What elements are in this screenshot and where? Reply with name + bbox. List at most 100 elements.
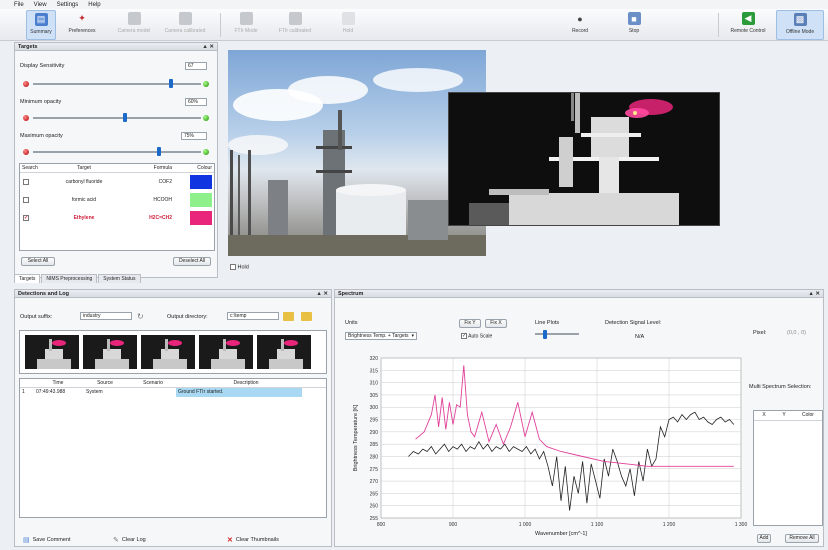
offline-mode-button[interactable]: ▩ Offline Mode — [776, 10, 824, 40]
deselect-all-button[interactable]: Deselect All — [173, 257, 211, 266]
y-tick-label: 290 — [370, 430, 379, 436]
camera-calibrated-icon — [178, 12, 192, 25]
open-folder-icon[interactable] — [301, 312, 312, 321]
clear-log-button[interactable]: ✎ Clear Log — [113, 536, 146, 544]
x-tick-label: 1 200 — [663, 522, 676, 528]
table-row[interactable]: ✓ Ethylene H2C=CH2 — [20, 209, 214, 227]
x-tick-label: 900 — [449, 522, 458, 528]
red-indicator-icon — [23, 115, 29, 121]
targets-table-header: Search Target Formula Colour — [20, 165, 214, 173]
ftir-mode-icon — [239, 12, 253, 25]
tab-nims-preprocessing[interactable]: NIMS Preprocessing — [41, 274, 98, 283]
panel-close-icon[interactable]: ▲ ✕ — [808, 290, 820, 298]
detection-thumbnail[interactable] — [141, 335, 195, 369]
add-button[interactable]: Add — [757, 534, 771, 543]
display-sensitivity-slider[interactable] — [168, 79, 173, 88]
multi-spectrum-header: X Y Color — [754, 411, 822, 421]
hold-checkbox-box[interactable] — [230, 264, 236, 270]
menu-help[interactable]: Help — [88, 2, 100, 8]
detections-log-title: Detections and Log ▲ ✕ — [15, 290, 331, 298]
maximum-opacity-slider[interactable] — [157, 147, 161, 156]
hold-checkbox[interactable]: Hold — [230, 264, 249, 270]
clear-thumbnails-button[interactable]: ✕ Clear Thumbnails — [227, 536, 279, 544]
camera-calibrated-button[interactable]: Camera calibrated — [160, 10, 210, 40]
y-axis-label: Brightness Temperature [K] — [353, 404, 359, 471]
preferences-icon: ✦ — [78, 13, 86, 23]
panel-close-icon[interactable]: ▲ ✕ — [316, 290, 328, 298]
camera-model-button[interactable]: Camera model — [112, 10, 156, 40]
spectrum-chart[interactable]: 800 900 1 000 1 100 1 200 1 300 255 260 265 270 27… — [347, 354, 749, 546]
chevron-down-icon: ▾ — [411, 333, 414, 339]
auto-scale-checkbox[interactable]: ✓ Auto Scale — [461, 333, 492, 339]
y-tick-label: 270 — [370, 479, 379, 485]
fix-x-button[interactable]: Fix X — [485, 319, 507, 328]
line-plots-track — [535, 333, 579, 335]
ftir-calibrated-button[interactable]: FTIr calibrated — [270, 10, 320, 40]
detection-thumbnail[interactable] — [83, 335, 137, 369]
table-row[interactable]: carbonyl fluoride COF2 — [20, 173, 214, 191]
target-formula: COF2 — [158, 179, 172, 185]
detection-thumbnail[interactable] — [25, 335, 79, 369]
targets-tab-bar: Targets NIMS Preprocessing System Status — [14, 274, 141, 283]
auto-scale-check[interactable]: ✓ — [461, 333, 467, 339]
target-colour-swatch[interactable] — [190, 175, 212, 189]
x-axis-label: Wavenumber [cm^-1] — [535, 531, 587, 537]
detection-thumbnail[interactable] — [257, 335, 311, 369]
panel-close-icon[interactable]: ▲ ✕ — [202, 43, 214, 51]
stop-button[interactable]: ■ Stop — [616, 10, 652, 40]
target-colour-swatch[interactable] — [190, 211, 212, 225]
maximum-opacity-label: Maximum opacity — [20, 133, 63, 139]
units-label: Units — [345, 320, 358, 326]
y-tick-label: 260 — [370, 504, 379, 510]
table-row[interactable]: formic acid HCOOH — [20, 191, 214, 209]
fix-y-button[interactable]: Fix Y — [459, 319, 481, 328]
output-suffix-label: Output suffix: — [20, 314, 53, 320]
menu-settings[interactable]: Settings — [57, 2, 79, 8]
green-indicator-icon — [203, 149, 209, 155]
menu-view[interactable]: View — [34, 2, 47, 8]
remove-all-button[interactable]: Remove All — [785, 534, 819, 543]
red-indicator-icon — [23, 81, 29, 87]
summary-button[interactable]: ▤ Summary — [26, 10, 56, 40]
output-directory-input[interactable]: c:\temp — [227, 312, 279, 320]
detections-log-panel: Detections and Log ▲ ✕ Output suffix: ind… — [14, 289, 332, 547]
menu-bar: File View Settings Help — [0, 0, 828, 9]
minimum-opacity-slider[interactable] — [123, 113, 128, 122]
remote-control-button[interactable]: ◀ Remote Control — [724, 10, 772, 40]
tab-targets[interactable]: Targets — [14, 274, 41, 283]
line-plots-label: Line Plots — [535, 320, 560, 326]
preferences-button[interactable]: ✦ Preferences — [62, 10, 102, 40]
search-checkbox[interactable]: ✓ — [23, 214, 29, 221]
search-checkbox[interactable] — [23, 178, 29, 185]
y-tick-label: 265 — [370, 491, 379, 497]
y-tick-label: 255 — [370, 516, 379, 522]
select-all-button[interactable]: Select All — [21, 257, 55, 266]
search-checkbox[interactable] — [23, 196, 29, 203]
save-comment-button[interactable]: ▤ Save Comment — [23, 536, 71, 544]
folder-icon[interactable] — [283, 312, 294, 321]
record-button[interactable]: ● Record — [562, 10, 598, 40]
spectrum-panel: Spectrum ▲ ✕ Units Brightness Temp. + Tar… — [334, 289, 824, 547]
toolbar: ▤ Summary ✦ Preferences Camera model Cam… — [0, 9, 828, 41]
menu-file[interactable]: File — [14, 2, 24, 8]
targets-panel-title: Targets ▲ ✕ — [15, 43, 217, 51]
detection-thumbnail[interactable] — [199, 335, 253, 369]
tab-system-status[interactable]: System Status — [98, 274, 141, 283]
spectrum-title: Spectrum ▲ ✕ — [335, 290, 823, 298]
output-suffix-input[interactable]: industry — [80, 312, 132, 320]
record-icon: ● — [577, 13, 583, 24]
hold-button[interactable]: Hold — [330, 10, 366, 40]
ftir-mode-button[interactable]: FTIr Mode — [226, 10, 266, 40]
minimum-opacity-track — [33, 117, 201, 119]
line-plots-slider[interactable] — [543, 330, 547, 339]
minimum-opacity-spinbox[interactable]: 60% — [185, 98, 207, 106]
table-row[interactable]: 1 07:49:43.988 System Ground FTIr starte… — [20, 388, 326, 397]
ftir-calibrated-icon — [288, 12, 302, 25]
infrared-video-view[interactable] — [448, 92, 720, 226]
maximum-opacity-spinbox[interactable]: 75% — [181, 132, 207, 140]
refresh-icon[interactable]: ↻ — [137, 312, 147, 321]
units-dropdown[interactable]: Brightness Temp. + Targets ▾ — [345, 332, 417, 340]
target-colour-swatch[interactable] — [190, 193, 212, 207]
display-sensitivity-spinbox[interactable]: 67 — [185, 62, 207, 70]
maximum-opacity-track — [33, 151, 201, 153]
